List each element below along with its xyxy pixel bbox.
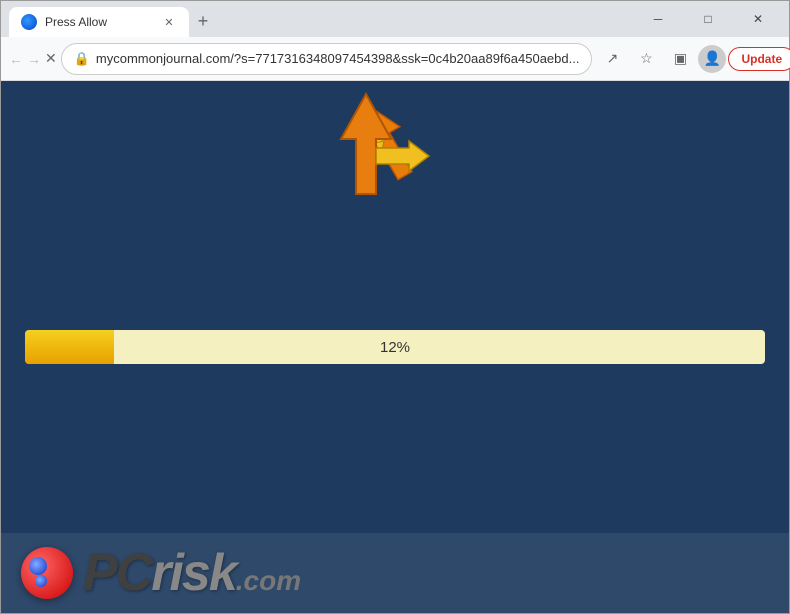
tab-title: Press Allow	[45, 15, 153, 29]
update-button[interactable]: Update	[728, 47, 790, 71]
url-text: mycommonjournal.com/?s=77173163480974543…	[96, 51, 580, 66]
progress-label: 12%	[380, 339, 410, 356]
yellow-arrow	[371, 136, 431, 181]
window-controls: ─ □ ✕	[635, 1, 781, 37]
reload-button[interactable]: ✕	[45, 43, 57, 75]
pcrisk-text: PC risk .com	[83, 543, 301, 603]
tab-favicon	[21, 14, 37, 30]
sidebar-button[interactable]: ▣	[664, 43, 696, 75]
tab-close-button[interactable]: ✕	[161, 14, 177, 30]
profile-button[interactable]: 👤	[698, 45, 726, 73]
webpage-content: 12% PC risk .com	[1, 81, 789, 613]
bookmark-button[interactable]: ☆	[630, 43, 662, 75]
back-button[interactable]: ←	[9, 43, 23, 75]
pcrisk-logo: PC risk .com	[1, 533, 789, 613]
tab-area: Press Allow ✕ +	[9, 1, 631, 37]
progress-bar-background: 12%	[25, 330, 765, 364]
pcrisk-ball-icon	[21, 547, 73, 599]
address-bar[interactable]: 🔒 mycommonjournal.com/?s=771731634809745…	[61, 43, 593, 75]
new-tab-button[interactable]: +	[189, 7, 217, 35]
titlebar: Press Allow ✕ + ─ □ ✕	[1, 1, 789, 37]
progress-container: 12%	[25, 330, 765, 364]
close-button[interactable]: ✕	[735, 1, 781, 37]
share-button[interactable]: ↗	[596, 43, 628, 75]
minimize-button[interactable]: ─	[635, 1, 681, 37]
active-tab[interactable]: Press Allow ✕	[9, 7, 189, 37]
maximize-button[interactable]: □	[685, 1, 731, 37]
forward-button[interactable]: →	[27, 43, 41, 75]
lock-icon: 🔒	[74, 51, 90, 67]
toolbar-actions: ↗ ☆ ▣ 👤 Update ⋮	[596, 43, 790, 75]
browser-window: Press Allow ✕ + ─ □ ✕ ← → ✕	[0, 0, 790, 614]
progress-bar-fill	[25, 330, 114, 364]
browser-toolbar: ← → ✕ 🔒 mycommonjournal.com/?s=771731634…	[1, 37, 789, 81]
